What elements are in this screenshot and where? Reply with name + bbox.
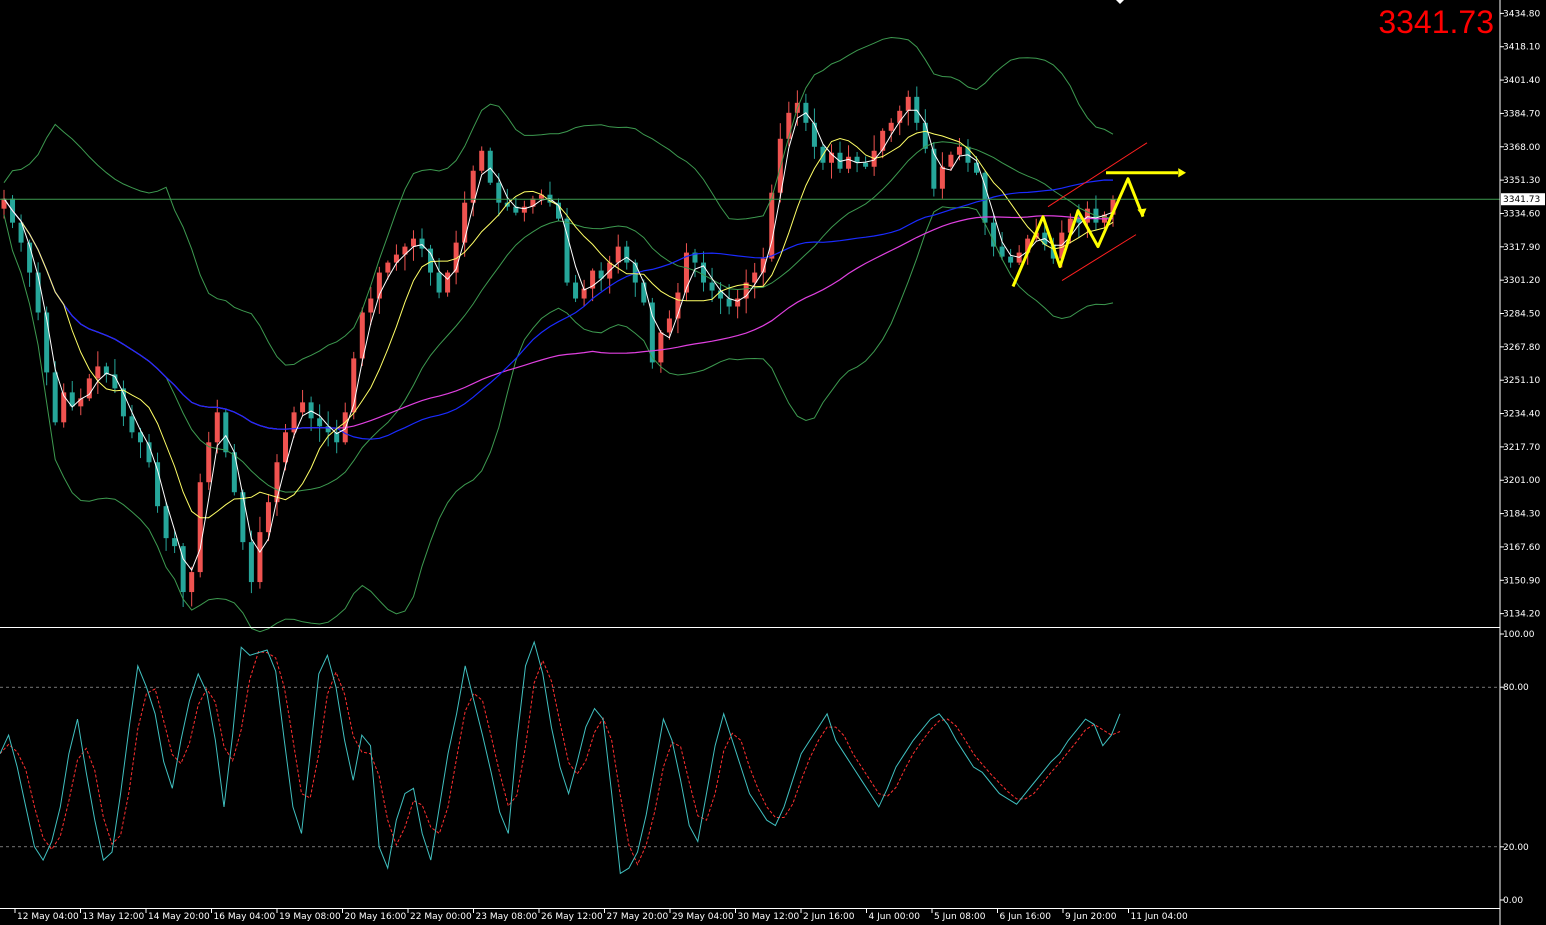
price-tick-label: 3234.40 — [1503, 410, 1540, 420]
candle-body — [129, 416, 135, 433]
candle-body — [683, 252, 689, 293]
candle-body — [641, 282, 647, 303]
time-label: 30 May 12:00 — [738, 912, 800, 922]
time-label: 23 May 08:00 — [476, 912, 538, 922]
candle-body — [888, 122, 894, 131]
candle-body — [214, 412, 220, 443]
candle-body — [931, 148, 937, 189]
candle-body — [521, 206, 527, 213]
candle-body — [231, 452, 237, 493]
price-tick-label: 3134.20 — [1503, 610, 1540, 620]
candle-body — [240, 492, 246, 543]
candle-body — [385, 262, 391, 273]
candle-body — [880, 130, 886, 151]
candle-body — [573, 282, 579, 299]
candle-body — [436, 272, 442, 293]
time-label: 4 Jun 00:00 — [869, 912, 921, 922]
candle-body — [991, 222, 997, 247]
candle-body — [846, 156, 852, 169]
price-tick-label: 3418.10 — [1503, 43, 1540, 53]
price-tick-label: 3401.40 — [1503, 76, 1540, 86]
current-price-display: 3341.73 — [1378, 4, 1494, 40]
candle-body — [189, 572, 195, 593]
candle-body — [479, 150, 485, 171]
candle-body — [726, 298, 732, 307]
price-tick-label: 3267.80 — [1503, 343, 1540, 353]
candle-body — [487, 150, 493, 183]
price-tick-label: 3184.30 — [1503, 510, 1540, 520]
candle-body — [863, 162, 869, 167]
candle-body — [658, 332, 664, 363]
candle-body — [666, 318, 672, 333]
time-label: 5 Jun 08:00 — [934, 912, 986, 922]
candle-body — [52, 372, 58, 423]
price-tag-label: 3341.73 — [1503, 195, 1540, 205]
candle-body — [206, 442, 212, 483]
candle-body — [95, 366, 101, 379]
stoch-tick-label: 20.00 — [1503, 843, 1529, 853]
price-tick-label: 3434.80 — [1503, 9, 1540, 19]
time-label: 27 May 20:00 — [607, 912, 669, 922]
price-tick-label: 3317.90 — [1503, 243, 1540, 253]
time-label: 6 Jun 16:00 — [1000, 912, 1052, 922]
candle-body — [197, 482, 203, 573]
candle-body — [956, 146, 962, 155]
candle-body — [172, 538, 178, 547]
price-tick-label: 3301.20 — [1503, 276, 1540, 286]
stoch-tick-label: 100.00 — [1503, 630, 1535, 640]
stoch-tick-label: 0.00 — [1503, 896, 1523, 906]
price-tick-label: 3334.60 — [1503, 209, 1540, 219]
candle-body — [410, 238, 416, 247]
candle-body — [1076, 218, 1082, 223]
candle-body — [615, 246, 621, 263]
price-tick-label: 3167.60 — [1503, 543, 1540, 553]
candle-body — [265, 502, 271, 533]
candle-body — [308, 402, 314, 419]
time-label: 11 Jun 04:00 — [1131, 912, 1188, 922]
price-tick-label: 3150.90 — [1503, 576, 1540, 586]
candle-body — [163, 506, 169, 539]
candle-body — [61, 392, 67, 423]
candle-body — [445, 272, 451, 293]
stoch-tick-label: 80.00 — [1503, 683, 1529, 693]
price-tick-label: 3368.00 — [1503, 143, 1540, 153]
time-label: 2 Jun 16:00 — [803, 912, 855, 922]
price-tick-label: 3201.00 — [1503, 476, 1540, 486]
price-tick-label: 3351.30 — [1503, 176, 1540, 186]
time-label: 9 Jun 20:00 — [1065, 912, 1117, 922]
candle-body — [974, 162, 980, 173]
candle-body — [462, 202, 468, 243]
price-tick-label: 3251.10 — [1503, 376, 1540, 386]
candle-body — [905, 96, 911, 111]
price-tick-label: 3217.70 — [1503, 443, 1540, 453]
candle-body — [1008, 256, 1014, 263]
time-label: 16 May 04:00 — [214, 912, 276, 922]
candle-body — [248, 542, 254, 583]
candle-body — [223, 412, 229, 453]
candle-body — [368, 298, 374, 313]
candle-body — [317, 418, 323, 427]
trading-chart: 3434.80 3418.10 3401.40 3384.70 3368.00 3351.… — [0, 0, 1546, 925]
time-label: 20 May 16:00 — [345, 912, 407, 922]
time-label: 13 May 12:00 — [83, 912, 145, 922]
time-label: 14 May 20:00 — [148, 912, 210, 922]
candle-body — [257, 532, 263, 583]
candle-body — [786, 112, 792, 139]
time-label: 29 May 04:00 — [672, 912, 734, 922]
candle-body — [624, 246, 630, 263]
candle-body — [922, 122, 928, 149]
candle-body — [300, 402, 306, 413]
candle-body — [811, 122, 817, 147]
time-label: 12 May 04:00 — [17, 912, 79, 922]
price-tick-label: 3384.70 — [1503, 109, 1540, 119]
price-tick-label: 3284.50 — [1503, 310, 1540, 320]
candle-body — [948, 154, 954, 167]
candle-body — [709, 282, 715, 291]
time-label: 26 May 12:00 — [541, 912, 603, 922]
candle-body — [939, 166, 945, 189]
time-label: 19 May 08:00 — [279, 912, 341, 922]
time-label: 22 May 00:00 — [410, 912, 472, 922]
